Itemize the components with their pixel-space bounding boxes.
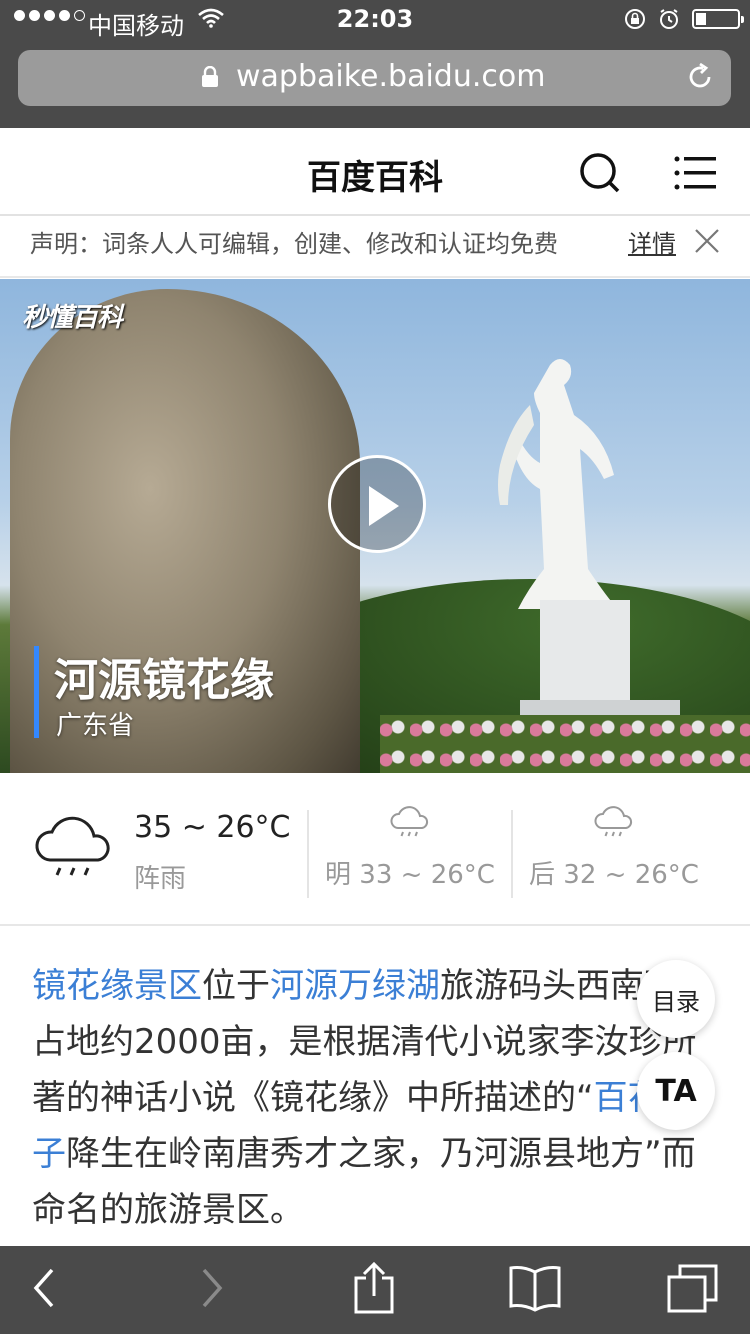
orientation-lock-icon [625,9,645,29]
forward-icon[interactable] [198,1266,226,1310]
close-icon[interactable] [694,228,720,254]
link-wanlv-lake[interactable]: 河源万绿湖 [270,966,440,1006]
notice-text: 声明：词条人人可编辑，创建、修改和认证均免费 [30,230,558,258]
browser-chrome: 中国移动 22:03 wapbaike.baidu.com [0,0,750,128]
tabs-icon[interactable] [666,1264,720,1314]
search-icon[interactable] [579,152,621,194]
rain-cloud-icon [594,806,633,837]
toc-button[interactable]: 目录 [637,960,715,1038]
statue-pedestal [540,600,630,700]
divider [511,810,513,898]
hero-subtitle: 广东省 [56,711,135,741]
article-text: 降生在岭南唐秀才之家，乃河源县地方”而命名的旅游景区。 [32,1134,696,1230]
bookmarks-icon[interactable] [508,1264,562,1312]
forecast-day-after: 后 32 ~ 26°C [514,804,714,891]
today-condition: 阵雨 [134,864,187,894]
today-temperature: 35 ~ 26°C [134,810,291,845]
divider [307,810,309,898]
notice-details-link[interactable]: 详情 [628,224,676,259]
tomorrow-temperature: 明 33 ~ 26°C [325,860,495,890]
video-logo: 秒懂百科 [22,303,123,333]
url-text: wapbaike.baidu.com [236,59,546,94]
address-bar[interactable]: wapbaike.baidu.com [18,50,731,106]
article-text: 位于 [202,966,270,1006]
rain-cloud-icon [390,806,429,837]
lock-icon [202,66,218,87]
browser-toolbar [0,1246,750,1334]
link-jinghuayuan-scenic[interactable]: 镜花缘景区 [32,966,202,1006]
forecast-tomorrow: 明 33 ~ 26°C [310,804,510,891]
hero-video[interactable]: 秒懂百科 河源镜花缘 广东省 [0,279,750,773]
back-icon[interactable] [30,1266,58,1310]
flower-bed [380,715,750,773]
ta-button[interactable]: TA [637,1052,715,1130]
menu-icon[interactable] [674,156,716,190]
day-after-temperature: 后 32 ~ 26°C [529,860,699,890]
hero-title: 河源镜花缘 [54,655,274,706]
weather-widget[interactable]: 35 ~ 26°C 阵雨 明 33 ~ 26°C 后 32 ~ 26°C [0,774,750,926]
article-summary: 镜花缘景区位于河源万绿湖旅游码头西南面，占地约2000亩，是根据清代小说家李汝珍… [32,958,712,1238]
play-icon [369,486,399,526]
battery-icon [692,9,744,29]
status-bar: 中国移动 22:03 [0,0,750,40]
rain-cloud-icon [35,816,110,876]
share-icon[interactable] [352,1260,396,1316]
title-accent-bar [34,646,39,738]
reload-icon[interactable] [685,62,715,92]
play-button[interactable] [328,455,426,553]
site-title[interactable]: 百度百科 [0,150,750,199]
alarm-icon [660,9,678,29]
site-header: 百度百科 [0,128,750,216]
notice-banner: 声明：词条人人可编辑，创建、修改和认证均免费 详情 [0,218,750,278]
